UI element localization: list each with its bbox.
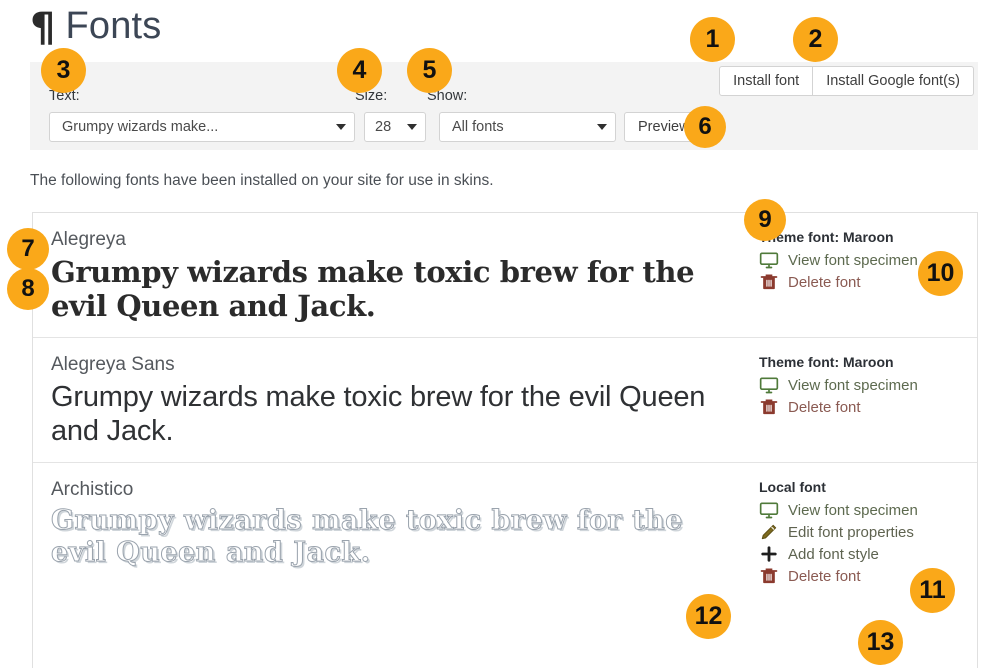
fonts-toolbar: Text: Size: Show: Grumpy wizards make...… [30,62,978,150]
font-row-main: Alegreya Sans Grumpy wizards make toxic … [33,352,735,448]
page-title-text: Fonts [65,7,161,45]
font-kind-label: Local font [759,479,977,495]
install-button-group: Install font Install Google font(s) [719,66,974,96]
callout-badge-8: 8 [7,268,49,310]
add-font-style-label: Add font style [788,546,879,563]
font-name: Alegreya [51,227,727,253]
view-font-specimen-label: View font specimen [788,502,918,519]
callout-badge-4: 4 [337,48,382,93]
font-row-actions: Theme font: Maroon View font specimen De… [735,352,977,448]
view-font-specimen-link[interactable]: View font specimen [759,375,977,395]
font-kind-label: Theme font: Maroon [759,354,977,370]
plus-icon [759,544,779,564]
callout-badge-10: 10 [918,251,963,296]
table-row: Alegreya Grumpy wizards make toxic brew … [33,213,977,338]
install-font-button[interactable]: Install font [719,66,813,96]
text-select-value: Grumpy wizards make... [62,119,328,135]
table-row: Alegreya Sans Grumpy wizards make toxic … [33,338,977,463]
view-font-specimen-link[interactable]: View font specimen [759,500,977,520]
font-sample: Grumpy wizards make toxic brew for the e… [51,380,727,448]
view-font-specimen-label: View font specimen [788,377,918,394]
callout-badge-3: 3 [41,48,86,93]
font-name: Alegreya Sans [51,352,727,378]
monitor-icon [759,250,779,270]
edit-font-properties-link[interactable]: Edit font properties [759,522,977,542]
font-row-main: Archistico Grumpy wizards make toxic bre… [33,477,735,588]
table-row: Archistico Grumpy wizards make toxic bre… [33,463,977,602]
add-font-style-link[interactable]: Add font style [759,544,977,564]
pencil-icon [759,522,779,542]
size-select-value: 28 [375,119,399,135]
delete-font-label: Delete font [788,274,861,291]
chevron-down-icon [407,124,417,130]
delete-font-label: Delete font [788,399,861,416]
show-select[interactable]: All fonts [439,112,616,142]
callout-badge-11: 11 [910,568,955,613]
font-name: Archistico [51,477,727,503]
font-sample: Grumpy wizards make toxic brew for the e… [51,505,727,569]
callout-badge-5: 5 [407,48,452,93]
callout-badge-12: 12 [686,594,731,639]
edit-font-properties-label: Edit font properties [788,524,914,541]
fonts-page: ¶ Fonts Text: Size: Show: Grumpy wizards… [0,0,982,668]
font-kind-label: Theme font: Maroon [759,229,977,245]
chevron-down-icon [336,124,346,130]
pilcrow-icon: ¶ [30,8,55,48]
callout-badge-9: 9 [744,199,786,241]
font-row-main: Alegreya Grumpy wizards make toxic brew … [33,227,735,323]
delete-font-label: Delete font [788,568,861,585]
callout-badge-13: 13 [858,620,903,665]
font-sample: Grumpy wizards make toxic brew for the e… [51,255,727,323]
install-google-font-button[interactable]: Install Google font(s) [812,66,974,96]
callout-badge-6: 6 [684,106,726,148]
chevron-down-icon [597,124,607,130]
view-font-specimen-label: View font specimen [788,252,918,269]
delete-font-link[interactable]: Delete font [759,397,977,417]
show-select-value: All fonts [452,119,589,135]
callout-badge-2: 2 [793,17,838,62]
intro-text: The following fonts have been installed … [30,172,494,190]
text-select[interactable]: Grumpy wizards make... [49,112,355,142]
size-select[interactable]: 28 [364,112,426,142]
trash-icon [759,397,779,417]
monitor-icon [759,500,779,520]
font-list: Alegreya Grumpy wizards make toxic brew … [32,212,978,668]
monitor-icon [759,375,779,395]
callout-badge-7: 7 [7,228,49,270]
page-title: ¶ Fonts [30,2,162,50]
callout-badge-1: 1 [690,17,735,62]
trash-icon [759,272,779,292]
trash-icon [759,566,779,586]
